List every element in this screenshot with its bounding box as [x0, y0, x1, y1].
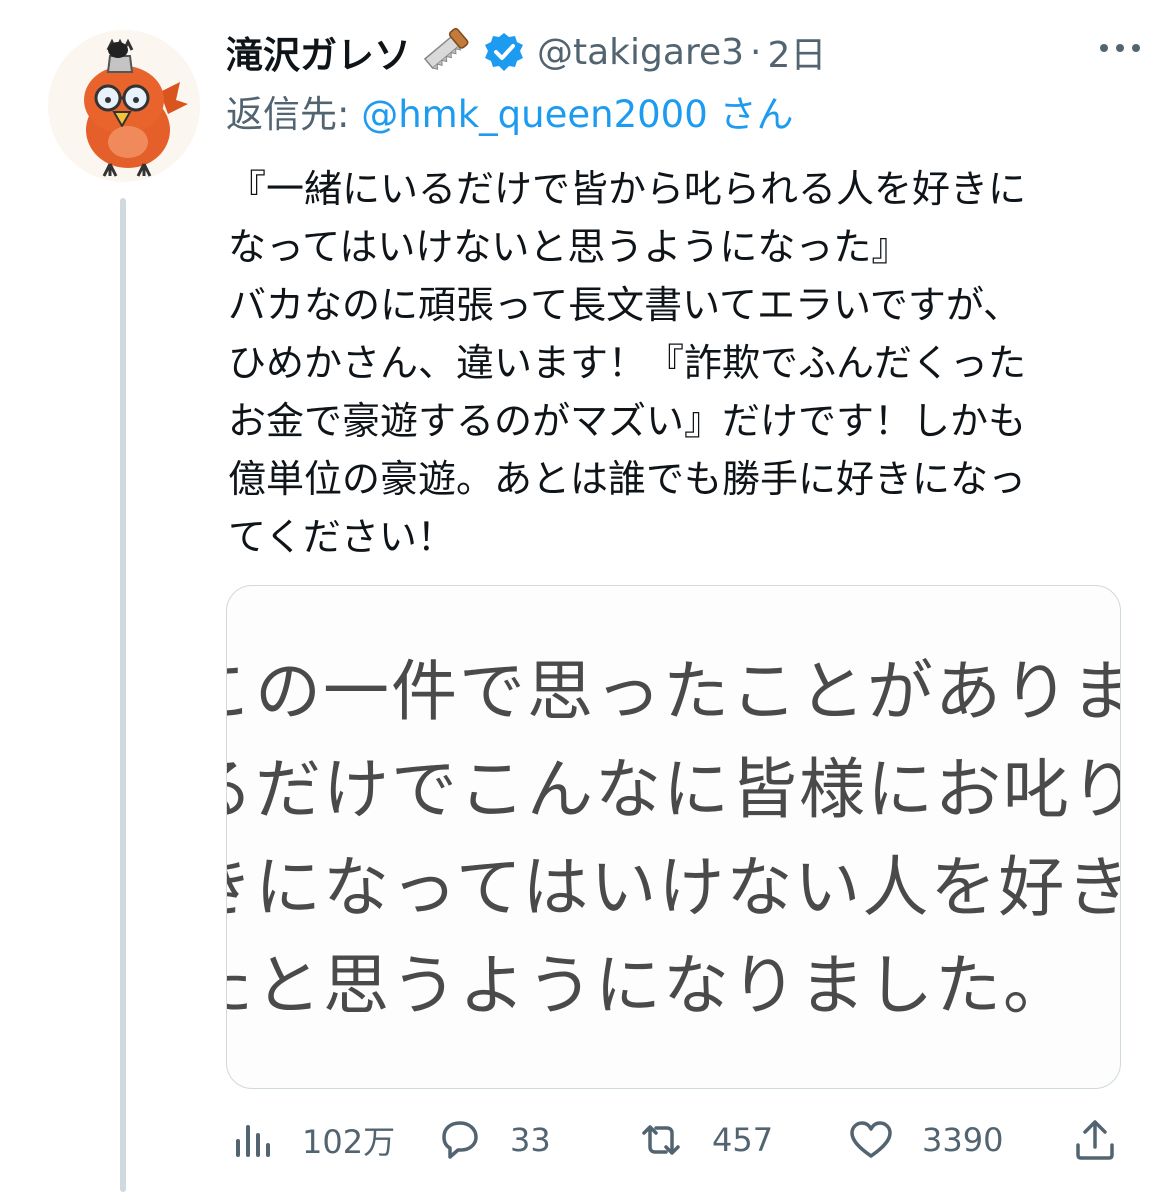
- tweet-header: 滝沢ガレソ @takigare3 · 2日: [226, 22, 1146, 82]
- reply-suffix: さん: [707, 93, 794, 136]
- media-image-content: この一件で思ったことがあります るだけでこんなに皆様にお叱りを きになってはいけ…: [227, 586, 1120, 1088]
- reply-count: 33: [510, 1121, 551, 1159]
- reply-button[interactable]: 33: [436, 1110, 551, 1170]
- retweet-count: 457: [712, 1121, 774, 1159]
- avatar-image: [48, 30, 200, 182]
- tweet-body: 『一緒にいるだけで皆から叱られる人を好きに なってはいけないと思うようになった』…: [228, 160, 1128, 566]
- tweet-body-line: 『一緒にいるだけで皆から叱られる人を好きに: [228, 167, 1027, 211]
- reply-to-line: 返信先: @hmk_queen2000 さん: [226, 84, 794, 138]
- views-icon: [236, 1125, 270, 1157]
- avatar[interactable]: [48, 30, 200, 182]
- media-text-line: たと思うようになりました。: [227, 947, 1071, 1024]
- tweet-body-line: バカなのに頑張って長文書いてエラいですが、: [228, 283, 1022, 327]
- display-name[interactable]: 滝沢ガレソ: [226, 25, 411, 79]
- tweet-body-line: てください！: [228, 515, 455, 559]
- tweet-body-line: お金で豪遊するのがマズい』だけです！しかも: [228, 399, 1027, 443]
- like-button[interactable]: 3390: [848, 1110, 1003, 1170]
- reply-prefix: 返信先:: [226, 93, 362, 136]
- media-image[interactable]: この一件で思ったことがあります るだけでこんなに皆様にお叱りを きになってはいけ…: [226, 585, 1121, 1089]
- more-icon[interactable]: [1096, 38, 1144, 58]
- retweet-button[interactable]: 457: [638, 1110, 773, 1170]
- saw-icon: [417, 25, 471, 79]
- thread-line: [120, 198, 126, 1192]
- reply-icon: [442, 1121, 478, 1159]
- timestamp[interactable]: 2日: [767, 26, 826, 78]
- avatar-column: [0, 0, 200, 1192]
- verified-badge-icon[interactable]: [483, 31, 525, 73]
- media-text-line: きになってはいけない人を好きに: [227, 849, 1120, 926]
- separator-dot: ·: [750, 31, 762, 73]
- views-button[interactable]: 102万: [230, 1110, 395, 1170]
- media-text-line: るだけでこんなに皆様にお叱りを: [227, 751, 1120, 828]
- action-bar: 102万 33 457 3390: [226, 1110, 1126, 1170]
- retweet-icon: [642, 1125, 680, 1155]
- tweet-body-line: 億単位の豪遊。あとは誰でも勝手に好きになっ: [228, 457, 1027, 501]
- tweet-body-line: ひめかさん、違います！『詐欺でふんだくった: [228, 341, 1027, 385]
- share-icon: [1076, 1120, 1114, 1160]
- views-count: 102万: [302, 1123, 396, 1161]
- like-icon: [850, 1121, 892, 1158]
- like-count: 3390: [922, 1121, 1004, 1159]
- user-handle[interactable]: @takigare3: [537, 32, 744, 73]
- tweet-body-line: なってはいけないと思うようになった』: [228, 225, 910, 269]
- share-button[interactable]: [1072, 1110, 1118, 1170]
- reply-mention-link[interactable]: @hmk_queen2000: [361, 93, 708, 136]
- media-text-line: この一件で思ったことがあります: [227, 653, 1120, 730]
